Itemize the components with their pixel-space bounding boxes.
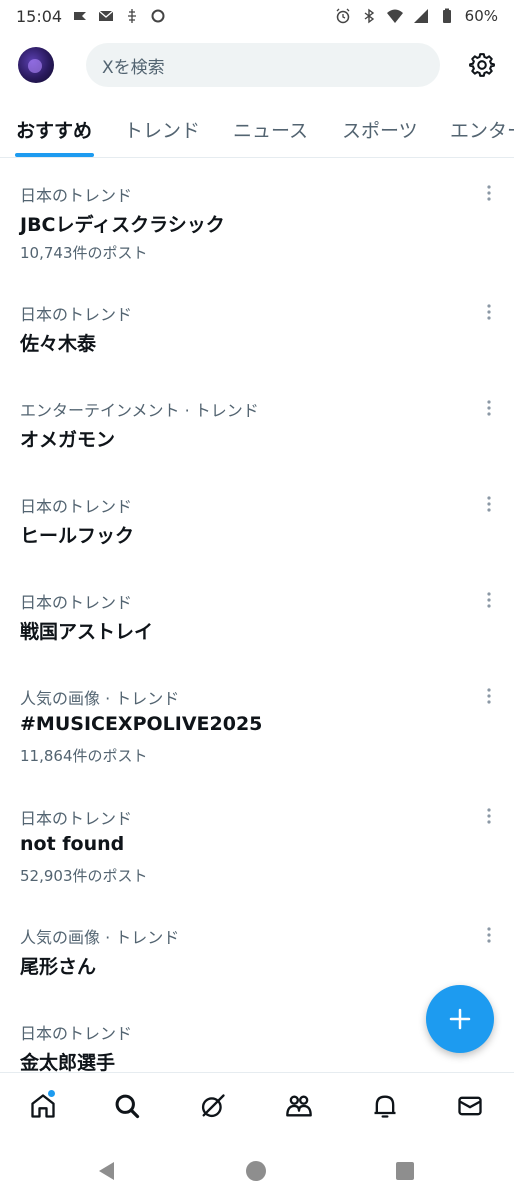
battery-percent: 60% — [464, 7, 498, 25]
system-navigation-bar — [0, 1142, 514, 1200]
trend-title: JBCレディスクラシック — [20, 214, 225, 236]
more-options-button[interactable] — [478, 924, 500, 946]
recents-icon[interactable] — [394, 1160, 416, 1182]
status-time: 15:04 — [16, 6, 63, 26]
nav-notifications[interactable] — [370, 1091, 400, 1121]
nav-grok[interactable] — [198, 1091, 228, 1121]
trend-context: 日本のトレンド — [20, 593, 133, 612]
bluetooth-icon — [361, 8, 377, 24]
trend-context: 人気の画像 · トレンド — [20, 689, 180, 708]
back-icon[interactable] — [96, 1160, 118, 1182]
more-vertical-icon — [487, 808, 491, 824]
more-options-button[interactable] — [478, 805, 500, 827]
notification-icon — [124, 8, 140, 24]
more-vertical-icon — [487, 304, 491, 320]
more-vertical-icon — [487, 185, 491, 201]
more-vertical-icon — [487, 496, 491, 512]
trend-post-count: 52,903件のポスト — [20, 867, 148, 885]
gear-icon — [469, 53, 495, 77]
trend-title: 佐々木泰 — [20, 333, 97, 355]
more-options-button[interactable] — [478, 397, 500, 419]
compose-post-button[interactable] — [426, 985, 494, 1053]
tab-recommended[interactable]: おすすめ — [16, 116, 92, 143]
messages-icon — [458, 1096, 482, 1116]
avatar[interactable] — [18, 47, 54, 83]
more-options-button[interactable] — [478, 589, 500, 611]
trend-context: 日本のトレンド — [20, 497, 133, 516]
communities-icon — [286, 1095, 312, 1117]
nav-search[interactable] — [112, 1091, 142, 1121]
settings-button[interactable] — [468, 51, 496, 79]
home-notification-dot — [48, 1090, 55, 1097]
nav-messages[interactable] — [455, 1091, 485, 1121]
more-options-button[interactable] — [478, 685, 500, 707]
trend-context: 日本のトレンド — [20, 186, 133, 205]
trend-context: 人気の画像 · トレンド — [20, 928, 180, 947]
top-header: Xを検索 — [0, 38, 514, 92]
trend-title: 尾形さん — [20, 956, 97, 978]
tab-trending[interactable]: トレンド — [124, 116, 200, 143]
tab-entertainment[interactable]: エンター — [450, 116, 514, 143]
more-vertical-icon — [487, 688, 491, 704]
notifications-icon — [374, 1095, 396, 1118]
wifi-icon — [386, 8, 403, 24]
explore-tabs: おすすめ トレンド ニュース スポーツ エンター — [0, 102, 514, 158]
search-icon — [115, 1094, 140, 1119]
trend-title: 戦国アストレイ — [20, 621, 154, 643]
more-vertical-icon — [487, 927, 491, 943]
app-icon — [72, 8, 88, 24]
plus-icon — [449, 1008, 471, 1030]
trend-context: エンターテインメント · トレンド — [20, 401, 259, 420]
search-input[interactable]: Xを検索 — [86, 43, 440, 87]
trend-title: ヒールフック — [20, 525, 135, 547]
more-vertical-icon — [487, 592, 491, 608]
bottom-navigation — [0, 1072, 514, 1142]
status-left: 15:04 — [16, 7, 166, 26]
home-circle-icon[interactable] — [245, 1160, 267, 1182]
signal-icon — [413, 8, 429, 24]
circle-icon — [150, 8, 166, 24]
search-placeholder: Xを検索 — [102, 57, 165, 78]
more-options-button[interactable] — [478, 182, 500, 204]
nav-communities[interactable] — [284, 1091, 314, 1121]
more-vertical-icon — [487, 400, 491, 416]
trend-context: 日本のトレンド — [20, 1024, 133, 1043]
tab-news[interactable]: ニュース — [233, 116, 308, 143]
more-options-button[interactable] — [478, 493, 500, 515]
battery-icon — [439, 8, 455, 24]
status-right: 60% — [335, 7, 498, 25]
tab-sports[interactable]: スポーツ — [342, 116, 418, 143]
more-options-button[interactable] — [478, 301, 500, 323]
trend-context: 日本のトレンド — [20, 809, 133, 828]
alarm-icon — [335, 8, 351, 24]
trend-title: not found — [20, 833, 125, 855]
status-bar: 15:04 60% — [0, 0, 514, 32]
trend-post-count: 10,743件のポスト — [20, 244, 148, 262]
active-tab-indicator — [15, 153, 94, 157]
trend-post-count: 11,864件のポスト — [20, 747, 148, 765]
trend-title: #MUSICEXPOLIVE2025 — [20, 713, 263, 735]
mail-icon — [98, 8, 114, 24]
trend-context: 日本のトレンド — [20, 305, 133, 324]
trend-title: オメガモン — [20, 429, 116, 451]
grok-icon — [201, 1094, 225, 1118]
trend-title: 金太郎選手 — [20, 1052, 116, 1074]
